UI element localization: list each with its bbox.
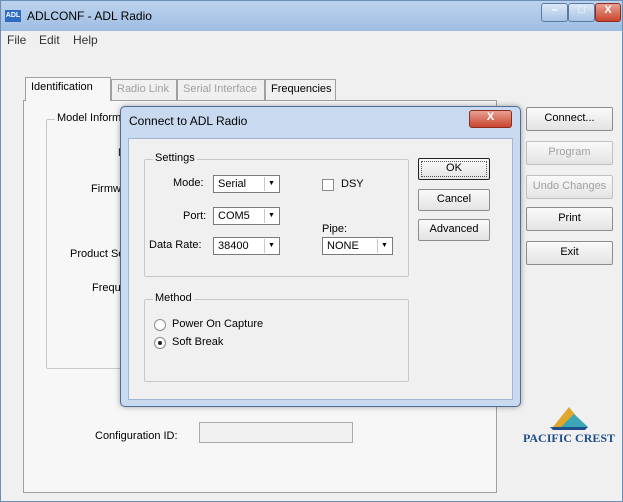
pipe-label: Pipe: [322,223,348,235]
chevron-down-icon: ▼ [264,209,278,223]
method-group-label: Method [153,292,194,304]
soft-break-label: Soft Break [172,336,224,348]
connect-button[interactable]: Connect... [526,107,613,131]
data-rate-label: Data Rate: [149,239,202,251]
connect-dialog: Connect to ADL Radio X Settings Mode: Se… [120,106,521,407]
undo-changes-button[interactable]: Undo Changes [526,175,613,199]
close-icon: X [604,4,612,16]
cancel-button[interactable]: Cancel [418,189,490,211]
tab-serial-interface[interactable]: Serial Interface [177,79,265,100]
minimize-button[interactable]: – [541,3,568,22]
chevron-down-icon: ▼ [264,239,278,253]
port-value: COM5 [218,210,250,222]
firmware-label: Firmw [91,183,121,195]
port-select[interactable]: COM5 ▼ [213,207,280,225]
maximize-button[interactable]: □ [568,3,595,22]
close-button[interactable]: X [595,3,621,22]
print-button[interactable]: Print [526,207,613,231]
configuration-id-label: Configuration ID: [95,430,178,442]
chevron-down-icon: ▼ [264,177,278,191]
dialog-close-button[interactable]: X [469,110,512,128]
soft-break-radio[interactable] [154,337,166,349]
pacific-crest-logo-mark [550,407,588,430]
chevron-down-icon: ▼ [377,239,391,253]
app-icon: ADL [5,10,21,22]
configuration-id-field[interactable] [199,422,353,443]
tab-identification[interactable]: Identification [25,77,111,101]
minimize-icon: – [551,4,558,16]
advanced-button[interactable]: Advanced [418,219,490,241]
data-rate-select[interactable]: 38400 ▼ [213,237,280,255]
dsy-label: DSY [341,178,364,190]
power-on-capture-radio[interactable] [154,319,166,331]
ok-button[interactable]: OK [418,158,490,180]
dialog-close-icon: X [486,111,495,123]
model-information-label: Model Inform [55,112,124,124]
pipe-select[interactable]: NONE ▼ [322,237,393,255]
maximize-icon: □ [578,4,585,16]
dsy-checkbox[interactable] [322,179,334,191]
tab-frequencies[interactable]: Frequencies [265,79,336,100]
pipe-value: NONE [327,240,359,252]
settings-group-label: Settings [153,152,197,164]
data-rate-value: 38400 [218,240,249,252]
dialog-body: Settings Mode: Serial ▼ DSY Port: COM5 ▼… [128,138,513,400]
tab-radio-link[interactable]: Radio Link [111,79,177,100]
menu-bar: File Edit Help [1,31,622,49]
dialog-title: Connect to ADL Radio [129,114,248,128]
mode-label: Mode: [173,177,204,189]
pacific-crest-logo-text: PACIFIC CREST [522,431,616,445]
mode-select[interactable]: Serial ▼ [213,175,280,193]
mode-value: Serial [218,178,247,190]
port-label: Port: [183,210,207,222]
menu-file[interactable]: File [7,33,26,47]
window-title: ADLCONF - ADL Radio [27,9,152,23]
title-bar[interactable]: ADL ADLCONF - ADL Radio – □ X [1,1,622,31]
menu-edit[interactable]: Edit [39,33,60,47]
program-button[interactable]: Program [526,141,613,165]
pacific-crest-logo: PACIFIC CREST [522,403,616,453]
power-on-capture-label: Power On Capture [172,318,264,330]
menu-help[interactable]: Help [73,33,98,47]
product-serial-label: Product Se [70,248,125,260]
exit-button[interactable]: Exit [526,241,613,265]
